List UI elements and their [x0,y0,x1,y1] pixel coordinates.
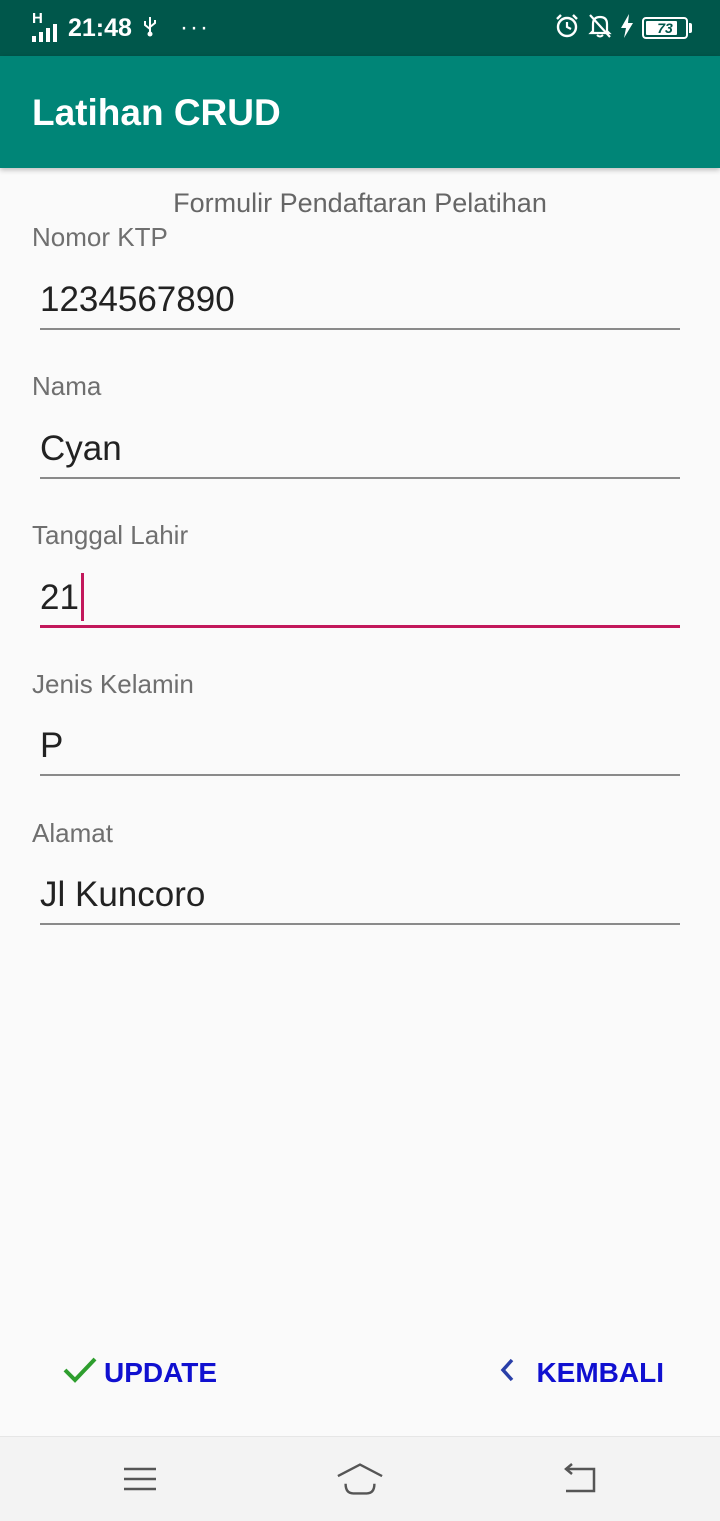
usb-icon [142,15,158,42]
app-title: Latihan CRUD [32,92,281,133]
menu-icon[interactable] [116,1461,164,1497]
battery-icon: 73 [642,17,692,39]
jenis-kelamin-value: P [40,726,64,765]
text-cursor [80,572,84,621]
home-icon[interactable] [336,1461,384,1497]
tanggal-lahir-label: Tanggal Lahir [32,520,189,550]
ktp-label: Nomor KTP [32,222,168,252]
alamat-value: Jl Kuncoro [40,875,206,914]
app-bar: Latihan CRUD [0,56,720,168]
navigation-bar [0,1436,720,1521]
jenis-kelamin-label: Jenis Kelamin [32,669,194,699]
nama-value: Cyan [40,429,122,468]
alarm-icon [554,13,580,44]
alamat-input[interactable]: Jl Kuncoro [40,865,680,925]
check-icon [62,1355,104,1392]
signal-icon: H [32,10,62,42]
chevron-left-icon [500,1357,522,1390]
charging-icon [620,13,634,43]
alamat-label: Alamat [32,818,113,848]
clock-time: 21:48 [68,13,132,42]
battery-level-text: 73 [657,20,673,36]
form-heading: Formulir Pendaftaran Pelatihan [173,188,547,218]
status-bar: H 21:48 ··· 73 [0,0,720,56]
kembali-label: KEMBALI [536,1357,664,1388]
back-icon[interactable] [556,1461,604,1497]
jenis-kelamin-input[interactable]: P [40,716,680,776]
ktp-input[interactable]: 1234567890 [40,270,680,330]
tanggal-lahir-value: 21 [40,578,79,617]
ktp-value: 1234567890 [40,280,235,319]
more-notifications-icon: ··· [179,14,210,41]
nama-input[interactable]: Cyan [40,419,680,479]
tanggal-lahir-input[interactable]: 21 [40,568,680,628]
update-button[interactable]: UPDATE [62,1348,217,1398]
nama-label: Nama [32,371,102,401]
update-label: UPDATE [104,1357,218,1388]
kembali-button[interactable]: KEMBALI [500,1348,664,1398]
notifications-off-icon [588,13,612,44]
